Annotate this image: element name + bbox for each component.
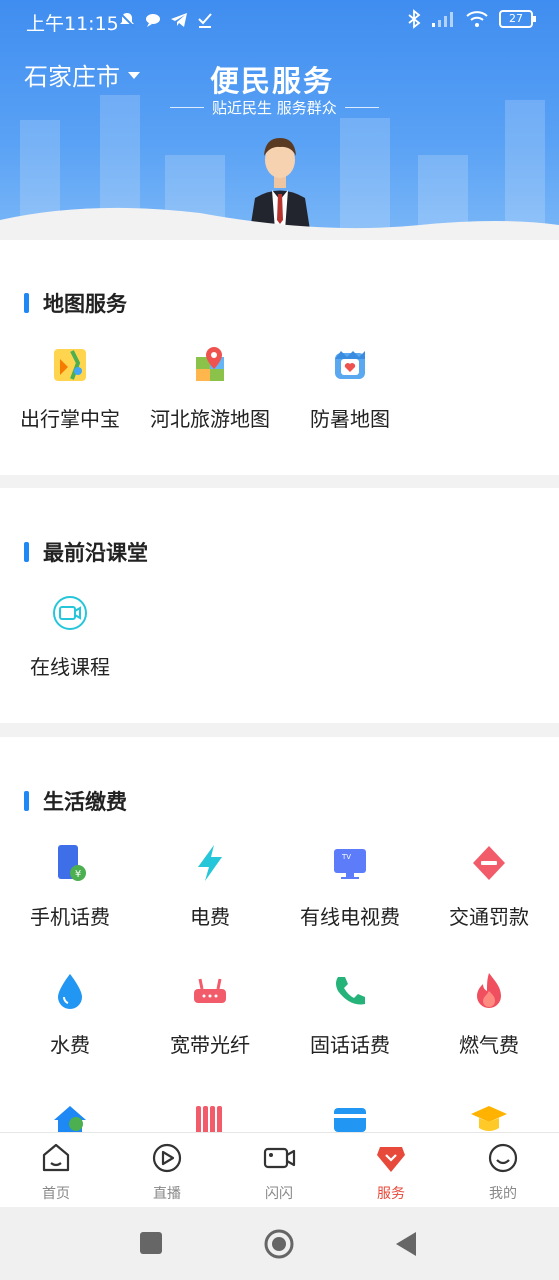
phone-bill-icon: ¥ [58, 845, 86, 881]
service-landline[interactable]: 固话话费 [280, 971, 420, 1058]
page-title: 便民服务 [210, 64, 335, 98]
section-title: 地图服务 [24, 288, 127, 318]
house-payment-icon[interactable] [50, 1100, 90, 1132]
message-icon [146, 14, 160, 27]
service-heatstroke-map[interactable]: 防暑地图 [280, 345, 420, 432]
video-camera-icon [263, 1147, 296, 1169]
tourism-map-icon [196, 347, 224, 381]
download-icon [198, 13, 212, 28]
svg-text:¥: ¥ [75, 869, 81, 880]
tab-service[interactable]: 服务 [336, 1141, 446, 1203]
service-icon [377, 1147, 405, 1172]
wifi-icon [466, 11, 488, 27]
caret-down-icon [128, 72, 140, 79]
electricity-icon [198, 845, 222, 881]
city-label: 石家庄市 [24, 63, 120, 91]
notification-icons [118, 11, 214, 29]
status-bar: 上午11:15 27 [0, 0, 559, 42]
service-tv[interactable]: TV 有线电视费 [280, 843, 420, 930]
telegram-icon [171, 13, 187, 27]
service-tourism-map[interactable]: 河北旅游地图 [140, 345, 280, 432]
landline-icon [336, 977, 365, 1005]
tab-live[interactable]: 直播 [112, 1141, 222, 1203]
service-phone-bill[interactable]: ¥ 手机话费 [0, 843, 140, 930]
service-water[interactable]: 水费 [0, 971, 140, 1058]
tv-icon: TV [334, 849, 366, 879]
service-broadband[interactable]: 宽带光纤 [140, 971, 280, 1058]
banner-wave [0, 207, 559, 240]
heatstroke-map-icon [335, 351, 365, 379]
battery-indicator: 27 [499, 10, 536, 28]
recent-apps-icon[interactable] [139, 1231, 163, 1255]
map-services-card: 地图服务 出行掌中宝 河北旅游地图 防暑地图 [0, 240, 559, 475]
home-circle-icon[interactable] [263, 1228, 295, 1260]
travel-map-icon [54, 349, 86, 381]
tab-mine[interactable]: 我的 [448, 1141, 558, 1203]
router-icon [194, 978, 226, 1003]
section-title: 生活缴费 [24, 786, 127, 816]
graduation-cap-icon[interactable] [469, 1100, 509, 1132]
service-electricity[interactable]: 电费 [140, 843, 280, 930]
banner: 上午11:15 27 石家庄市 便民服务 贴近民生 服务群众 [0, 0, 559, 240]
water-drop-icon [58, 974, 82, 1009]
classroom-card: 最前沿课堂 在线课程 [0, 488, 559, 723]
profile-smile-icon [488, 1143, 518, 1173]
heater-icon[interactable] [190, 1100, 230, 1132]
video-course-icon [53, 596, 87, 630]
svg-text:TV: TV [341, 853, 351, 861]
system-nav-bar [0, 1207, 559, 1280]
service-traffic-fine[interactable]: 交通罚款 [419, 843, 559, 930]
tab-home[interactable]: 首页 [1, 1141, 111, 1203]
service-online-course[interactable]: 在线课程 [0, 593, 140, 680]
bottom-nav: 首页 直播 闪闪 服务 我的 [0, 1132, 559, 1208]
service-travel-map[interactable]: 出行掌中宝 [0, 345, 140, 432]
card-icon[interactable] [330, 1100, 370, 1132]
home-icon [42, 1143, 70, 1172]
city-selector[interactable]: 石家庄市 [24, 57, 140, 92]
status-time: 上午11:15 [26, 13, 119, 35]
page-subtitle: 贴近民生 服务群众 [170, 97, 379, 118]
signal-icon [432, 12, 453, 27]
bluetooth-icon [408, 9, 421, 29]
payments-card: 生活缴费 ¥ 手机话费 电费 TV 有线电视费 交通罚款 水费 宽带光纤 固话话… [0, 737, 559, 1132]
back-triangle-icon[interactable] [394, 1230, 418, 1258]
traffic-fine-icon [473, 846, 505, 880]
section-title: 最前沿课堂 [24, 537, 148, 567]
flame-icon [477, 973, 501, 1008]
service-gas[interactable]: 燃气费 [419, 971, 559, 1058]
tab-shanshan[interactable]: 闪闪 [224, 1141, 334, 1203]
live-play-icon [152, 1143, 182, 1173]
mute-icon [119, 12, 135, 28]
